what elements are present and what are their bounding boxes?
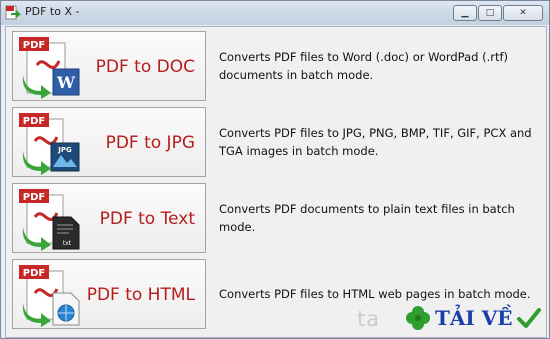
pdf-badge: PDF [23, 268, 45, 279]
converter-row-doc: PDF W PDF to DOC Converts PDF files to W… [12, 31, 540, 101]
pdf-to-jpg-icon: PDF JPG [19, 113, 80, 175]
converter-label: PDF to Text [99, 209, 195, 229]
window-title: PDF to X - [25, 5, 80, 18]
pdf-to-html-icon: PDF [19, 265, 80, 327]
pdf-to-text-icon: PDF txt [19, 189, 80, 251]
converter-label: PDF to DOC [95, 57, 195, 77]
converter-label: PDF to JPG [105, 133, 195, 153]
target-badge: JPG [57, 146, 72, 154]
pdf-to-doc-icon: PDF W [19, 37, 80, 99]
pdf-to-jpg-button[interactable]: PDF JPG PDF to JPG [12, 107, 206, 177]
converter-label: PDF to HTML [86, 285, 195, 305]
target-badge: txt [63, 240, 72, 247]
pdf-badge: PDF [23, 116, 45, 127]
close-button[interactable]: ✕ [503, 5, 543, 21]
watermark-prefix: ta [357, 307, 381, 331]
checkmark-icon [517, 308, 541, 328]
maximize-button[interactable]: □ [478, 5, 502, 21]
converter-description: Converts PDF documents to plain text fil… [219, 202, 515, 234]
pdf-to-html-button[interactable]: PDF PDF to HTML [12, 259, 206, 329]
clover-icon [406, 306, 430, 330]
watermark: ta TẢI VỀ [357, 305, 547, 335]
pdf-badge: PDF [23, 192, 45, 203]
converter-row-jpg: PDF JPG PDF to JPG Converts PDF files to… [12, 107, 540, 177]
window-controls: ▁ □ ✕ [453, 5, 543, 21]
pdf-badge: PDF [23, 40, 45, 51]
watermark-text: TẢI VỀ [435, 306, 513, 330]
pdf-to-text-button[interactable]: PDF txt PDF to Text [12, 183, 206, 253]
app-icon [5, 5, 21, 20]
pdf-to-doc-button[interactable]: PDF W PDF to DOC [12, 31, 206, 101]
minimize-button[interactable]: ▁ [453, 5, 477, 21]
converter-description: Converts PDF files to JPG, PNG, BMP, TIF… [219, 126, 532, 158]
app-window: PDF to X - ▁ □ ✕ PDF W PDF to DOC Conver… [0, 0, 550, 339]
main-panel: PDF W PDF to DOC Converts PDF files to W… [5, 26, 547, 338]
converter-description: Converts PDF files to Word (.doc) or Wor… [219, 50, 509, 82]
title-bar[interactable]: PDF to X - ▁ □ ✕ [1, 1, 549, 25]
converter-row-text: PDF txt PDF to Text Converts PDF documen… [12, 183, 540, 253]
target-badge: W [56, 73, 76, 92]
